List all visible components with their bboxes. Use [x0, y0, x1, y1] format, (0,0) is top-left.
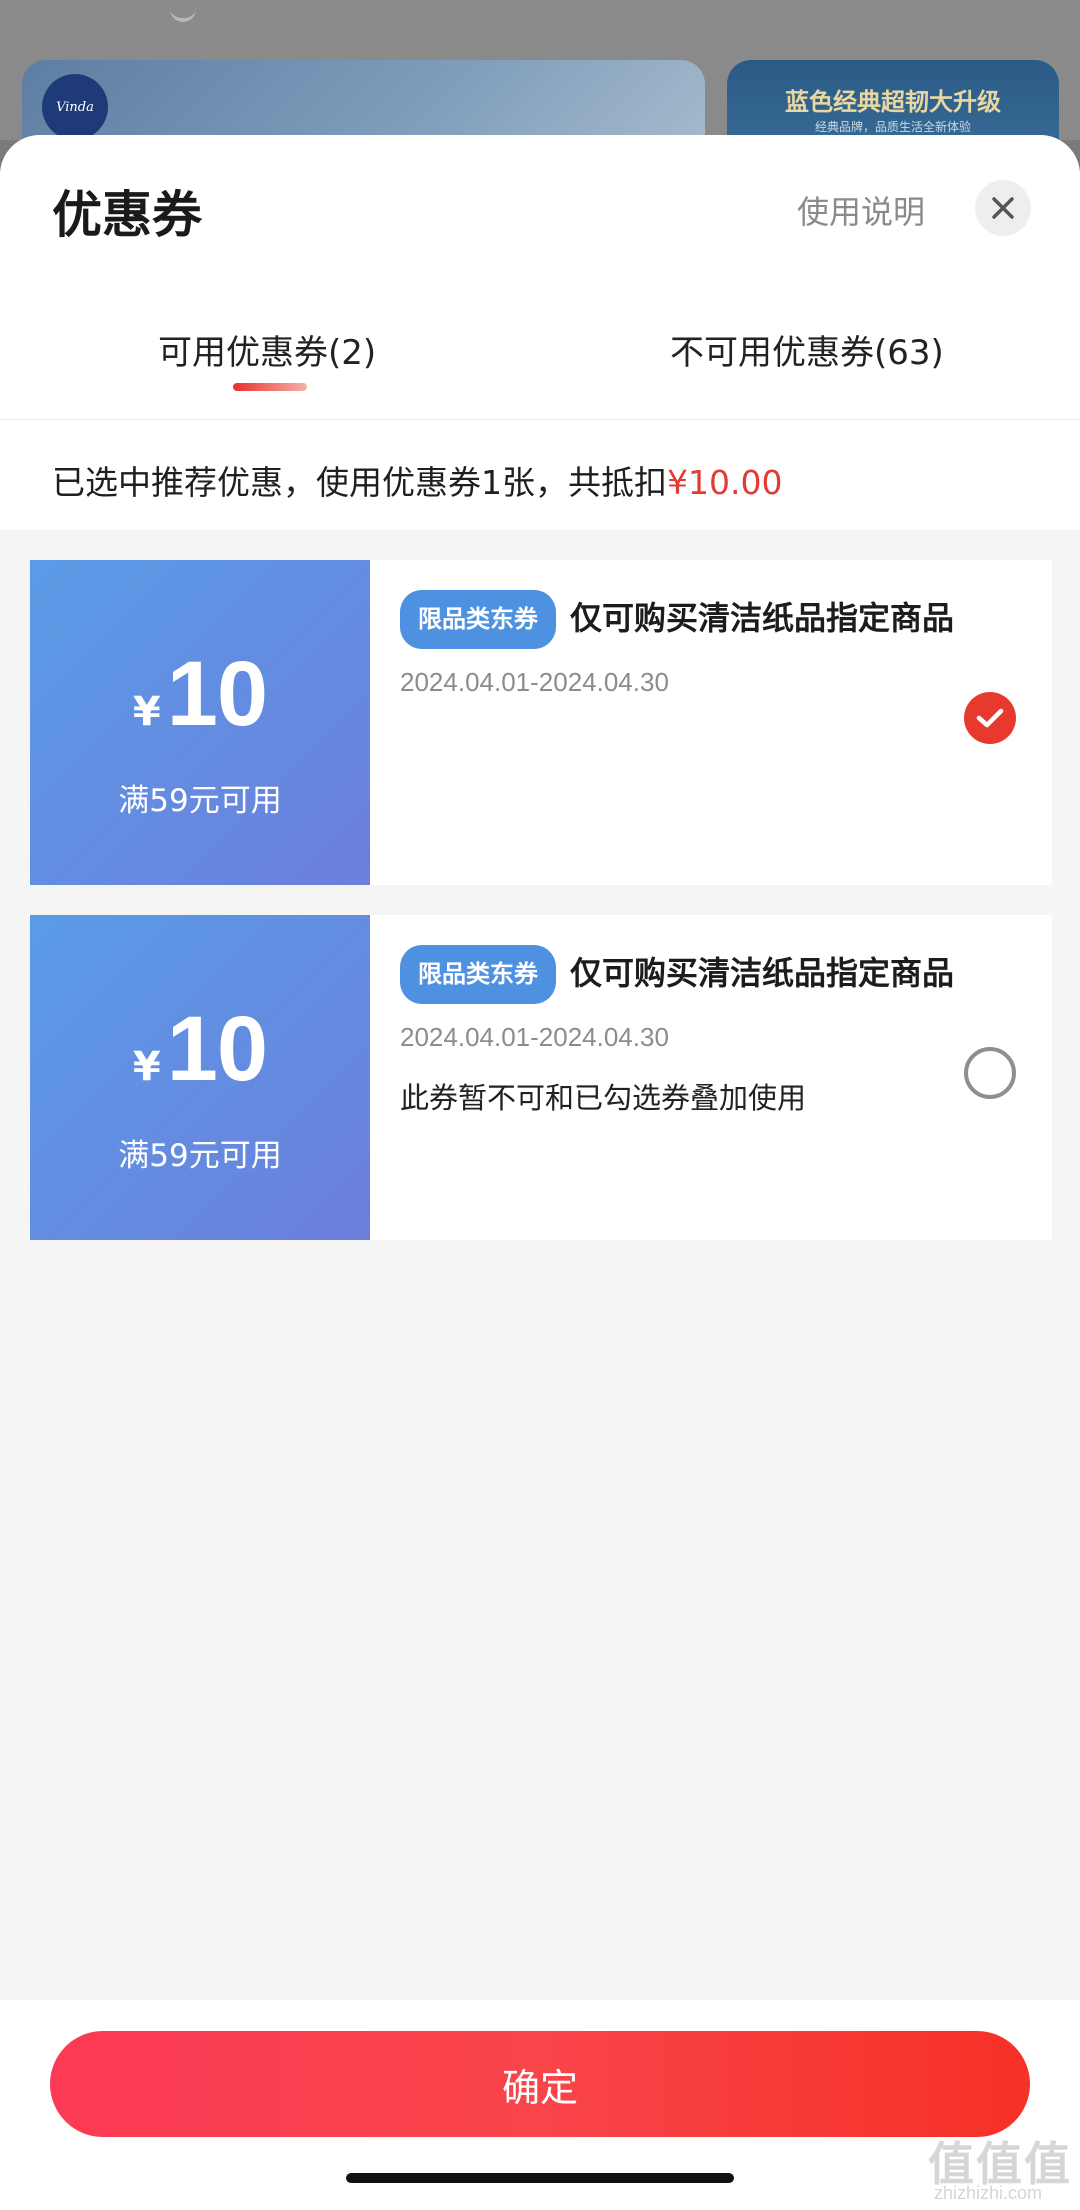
pull-indicator [170, 0, 196, 22]
coupon-stacking-note: 此券暂不可和已勾选券叠加使用 [400, 1081, 807, 1115]
coupon-category-badge: 限品类东券 [400, 590, 556, 649]
coupon-validity: 2024.04.01-2024.04.30 [400, 1022, 669, 1052]
coupon-threshold: 满59元可用 [118, 1138, 282, 1174]
coupon-category-badge: 限品类东券 [400, 945, 556, 1004]
home-indicator [346, 2173, 734, 2183]
coupon-sheet: 优惠券 使用说明 可用优惠券(2) 不可用优惠券(63) 已选中推荐优惠，使用优… [0, 135, 1080, 2210]
coupon-select-checkbox[interactable] [964, 692, 1016, 744]
footer-bar: 确定 [0, 2000, 1080, 2210]
sheet-header: 优惠券 使用说明 可用优惠券(2) 不可用优惠券(63) [0, 135, 1080, 420]
coupon-card[interactable]: ¥10 满59元可用 限品类东券 仅可购买清洁纸品指定商品 2024.04.01-… [30, 915, 1052, 1240]
promo-banner-title: 蓝色经典超韧大升级 [785, 87, 1001, 116]
coupon-details: 限品类东券 仅可购买清洁纸品指定商品 2024.04.01-2024.04.30 … [400, 945, 960, 1117]
coupon-amount: 10 [166, 998, 268, 1100]
coupon-description: 仅可购买清洁纸品指定商品 [570, 599, 955, 637]
checkmark-icon [976, 708, 1004, 728]
tab-unavailable-coupons[interactable]: 不可用优惠券(63) [670, 325, 944, 374]
background-page: Vinda 蓝色经典超韧大升级 经典品牌，品质生活全新体验 [0, 0, 1080, 180]
active-tab-indicator [233, 383, 307, 391]
selection-summary: 已选中推荐优惠，使用优惠券1张，共抵扣¥10.00 [0, 420, 1080, 530]
currency-symbol: ¥ [132, 689, 161, 735]
coupon-description: 仅可购买清洁纸品指定商品 [570, 954, 955, 992]
close-button[interactable] [975, 180, 1031, 236]
coupon-details: 限品类东券 仅可购买清洁纸品指定商品 2024.04.01-2024.04.30 [400, 590, 960, 698]
usage-instructions-link[interactable]: 使用说明 [797, 187, 925, 233]
coupon-validity: 2024.04.01-2024.04.30 [400, 667, 669, 697]
sheet-title: 优惠券 [52, 186, 202, 244]
watermark-url: zhizhizhi.com [934, 2183, 1043, 2203]
confirm-button[interactable]: 确定 [50, 2031, 1030, 2137]
coupon-threshold: 满59元可用 [118, 783, 282, 819]
close-icon [992, 197, 1014, 219]
coupon-value-panel: ¥10 满59元可用 [30, 560, 370, 885]
coupon-select-checkbox[interactable] [964, 1047, 1016, 1099]
coupon-card[interactable]: ¥10 满59元可用 限品类东券 仅可购买清洁纸品指定商品 2024.04.01-… [30, 560, 1052, 885]
promo-banner-subtitle: 经典品牌，品质生活全新体验 [814, 120, 971, 134]
discount-amount: ¥10.00 [667, 463, 783, 502]
summary-text: 已选中推荐优惠，使用优惠券1张，共抵扣 [52, 463, 667, 502]
tab-available-coupons[interactable]: 可用优惠券(2) [158, 325, 376, 374]
coupon-amount: 10 [166, 643, 268, 745]
currency-symbol: ¥ [132, 1044, 161, 1090]
brand-logo: Vinda [42, 74, 108, 140]
coupon-value-panel: ¥10 满59元可用 [30, 915, 370, 1240]
